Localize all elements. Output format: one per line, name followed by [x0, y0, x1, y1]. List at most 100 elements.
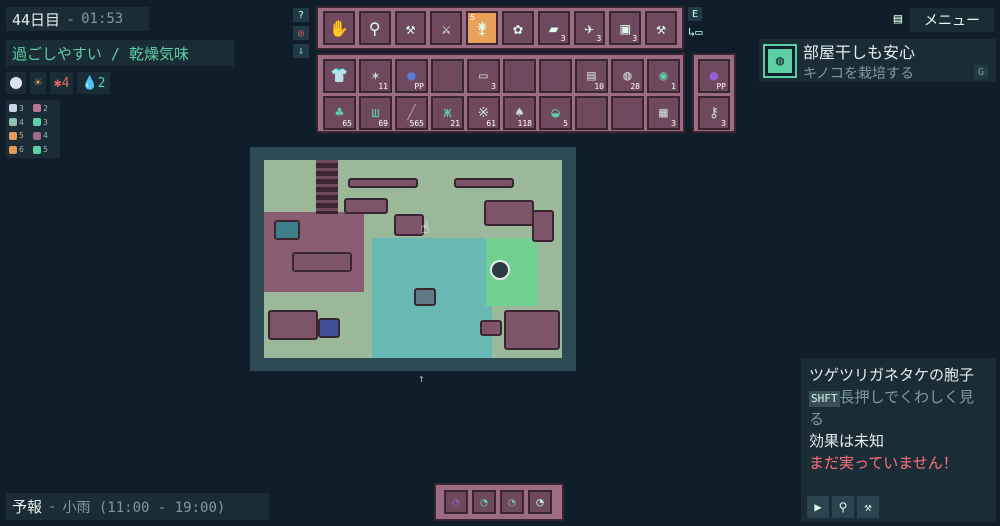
effect-text: 効果は未知: [809, 432, 885, 450]
help-button[interactable]: ?: [293, 8, 309, 22]
inventory-slot[interactable]: ш 69: [359, 96, 392, 130]
item-name: ツゲツリガネタケの胞子: [809, 366, 975, 384]
barrel-stack[interactable]: [484, 200, 534, 226]
shift-key: SHFT: [809, 391, 840, 407]
stat-row: ☀ ✱ 4 💧 2: [6, 72, 110, 94]
download-button[interactable]: ⇩: [293, 44, 309, 58]
resource-item: 5: [9, 130, 33, 143]
spore-stat: ✱ 4: [49, 72, 74, 94]
tool-count: 3: [560, 34, 566, 43]
purple-seed-icon: ◔: [452, 495, 460, 509]
cabinet[interactable]: [532, 210, 554, 242]
log-icon: ▰: [548, 18, 559, 38]
inventory-slot[interactable]: [431, 59, 464, 93]
inventory-slot[interactable]: [575, 96, 608, 130]
inventory-slot[interactable]: ▤ 10: [575, 59, 608, 93]
hotbar: ◔ ◔ ◔ ◔: [434, 483, 564, 521]
day-separator: -: [66, 10, 76, 28]
hotbar-slot[interactable]: ◔: [444, 490, 468, 514]
warning-text: まだ実っていません！: [809, 454, 958, 472]
day-label: 44日目: [12, 10, 61, 29]
tool-count: 3: [596, 34, 602, 43]
sun-icon: ☀: [34, 75, 42, 91]
inventory-slot[interactable]: ◒ 5: [539, 96, 572, 130]
e-key-hint: E: [688, 7, 702, 21]
mini-button-column: ? ◎ ⇩: [293, 8, 311, 58]
small-animal[interactable]: [480, 320, 502, 336]
tool-hand[interactable]: ✋: [323, 11, 355, 45]
inventory-slot[interactable]: 👕: [323, 59, 356, 93]
tool-magnifier[interactable]: ⚲: [358, 11, 391, 45]
grass-icon: [33, 118, 41, 127]
hotbar-slot[interactable]: ◔: [472, 490, 496, 514]
magnifier-icon: ⚲: [368, 18, 381, 38]
menu-button[interactable]: メニュー: [910, 8, 994, 32]
inventory-slot[interactable]: [539, 59, 572, 93]
tool-axe[interactable]: ⚒: [394, 11, 427, 45]
tool-log[interactable]: ▰ 3: [537, 11, 570, 45]
equip-slot[interactable]: ● PP: [698, 59, 730, 93]
target-button[interactable]: ◎: [293, 26, 309, 40]
inventory-slot[interactable]: ※ 61: [467, 96, 500, 130]
printer-icon[interactable]: ▤: [889, 10, 907, 28]
inventory-slot[interactable]: ╱ 565: [395, 96, 428, 130]
barrel-stack[interactable]: [292, 252, 352, 272]
green-seed-icon: ◔: [480, 495, 488, 509]
pot-icon: ◒: [551, 105, 560, 121]
inventory-slot[interactable]: ▦ 3: [647, 96, 680, 130]
quest-title: 部屋干しも安心: [803, 42, 916, 62]
quest-panel: ◍ 部屋干しも安心 キノコを栽培する G: [759, 39, 996, 82]
inventory-slot[interactable]: ✶ 11: [359, 59, 392, 93]
wrench-icon: ⚷: [708, 105, 720, 121]
inventory-slot[interactable]: [503, 59, 536, 93]
inventory-slot[interactable]: [611, 96, 644, 130]
hotbar-slot[interactable]: ◔: [500, 490, 524, 514]
inventory-slot[interactable]: ◍ 28: [611, 59, 644, 93]
water-drop-icon: 💧: [81, 75, 98, 91]
shelf[interactable]: [454, 178, 514, 188]
tool-tank[interactable]: ▣ 3: [609, 11, 642, 45]
magnifier-icon[interactable]: ⚲: [832, 496, 854, 518]
barrel-stack[interactable]: [268, 310, 318, 340]
inventory-slot[interactable]: ◉ 1: [647, 59, 680, 93]
player-character: [490, 260, 510, 280]
cabinet-icon: ▦: [659, 105, 668, 121]
game-map[interactable]: ☝: [264, 160, 562, 358]
inventory-slot[interactable]: ● PP: [395, 59, 428, 93]
moss-icon: ✿: [513, 18, 523, 38]
sun-stat: ☀: [30, 72, 46, 94]
resource-item: 6: [9, 143, 33, 156]
barrel-stack[interactable]: [344, 198, 388, 214]
inventory-slot[interactable]: ♠ 118: [503, 96, 536, 130]
inventory-slot[interactable]: ▭ 3: [467, 59, 500, 93]
inventory-grid: 👕 ✶ 11 ● PP ▭ 3 ▤ 10 ◍ 28 ◉ 1 ♣ 65 ш 69 ╱ 565 ж 21…: [316, 53, 685, 133]
hotbar-slot[interactable]: ◔: [528, 490, 552, 514]
tool-hatchet[interactable]: ⚒: [645, 11, 677, 45]
equip-slot[interactable]: ⚷ 3: [698, 96, 730, 130]
workbench[interactable]: [274, 220, 300, 240]
barrel-stack[interactable]: [504, 310, 560, 350]
g-key-hint: G: [974, 65, 988, 79]
exit-arrow-icon[interactable]: ↑: [418, 372, 425, 385]
tool-shovel[interactable]: 5 ⚵: [466, 11, 498, 45]
play-icon[interactable]: ▶: [807, 496, 829, 518]
inventory-slot[interactable]: ж 21: [431, 96, 464, 130]
ladder[interactable]: [316, 160, 338, 214]
tool-moss[interactable]: ✿: [501, 11, 534, 45]
chest[interactable]: [318, 318, 340, 338]
tool-hotkey: 5: [470, 13, 476, 22]
shift-hint: SHFT 長押しでくわしく見る: [809, 388, 975, 428]
resource-item: 4: [33, 130, 57, 143]
resource-grid: 3 2 4 3 5 4 6 5: [6, 100, 60, 158]
resource-item: 4: [9, 116, 33, 129]
inventory-slot[interactable]: ♣ 65: [323, 96, 356, 130]
drum[interactable]: [414, 288, 436, 306]
bush-icon: [33, 145, 41, 154]
forecast-label: 予報: [12, 498, 43, 516]
description-actions: ▶ ⚲ ⚒: [807, 496, 879, 518]
tool-sprayer[interactable]: ✈ 3: [573, 11, 606, 45]
shelf[interactable]: [348, 178, 418, 188]
axe-icon[interactable]: ⚒: [857, 496, 879, 518]
tool-knife[interactable]: ⚔: [430, 11, 463, 45]
equipment-slots: ● PP ⚷ 3: [692, 53, 736, 133]
